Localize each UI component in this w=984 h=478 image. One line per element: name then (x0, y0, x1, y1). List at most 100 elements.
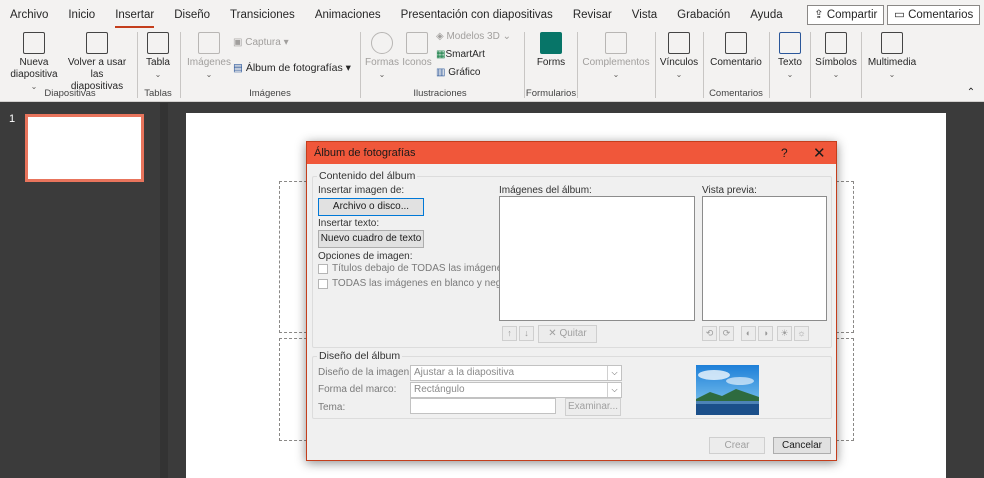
share-button[interactable]: ⇪ Compartir (807, 5, 885, 25)
tab-archivo[interactable]: Archivo (0, 0, 58, 30)
vinculos-button[interactable]: Vínculos ⌄ (658, 32, 700, 81)
captura-button[interactable]: ▣ Captura ▾ (233, 37, 303, 49)
tab-inicio[interactable]: Inicio (58, 0, 105, 30)
volver-a-usar-button[interactable]: Volver a usar las diapositivas (64, 32, 130, 93)
captions-label: Títulos debajo de TODAS las imágenes (332, 263, 508, 274)
comments-button[interactable]: ▭ Comentarios (887, 5, 981, 25)
insert-image-label: Insertar imagen de: (318, 185, 405, 196)
preview-label: Vista previa: (702, 185, 757, 196)
tab-transiciones[interactable]: Transiciones (220, 0, 305, 30)
texto-button[interactable]: Texto ⌄ (773, 32, 807, 81)
dialog-titlebar[interactable]: Álbum de fotografías ? ✕ (307, 142, 836, 164)
file-or-disk-button[interactable]: Archivo o disco... (318, 198, 424, 216)
frame-shape-select[interactable]: Rectángulo ⌵ (410, 382, 622, 398)
table-icon (147, 32, 169, 54)
tab-insertar[interactable]: Insertar (105, 0, 164, 30)
group-separator (360, 32, 361, 98)
cancel-button[interactable]: Cancelar (773, 437, 831, 454)
insert-text-label: Insertar texto: (318, 218, 380, 229)
remove-button[interactable]: ✕ Quitar (538, 325, 597, 343)
black-white-checkbox[interactable] (318, 279, 328, 289)
image-options-label: Opciones de imagen: (318, 251, 413, 262)
image-icon (198, 32, 220, 54)
rotate-left-icon[interactable]: ⟲ (702, 326, 717, 341)
album-fotografias-button[interactable]: ▤ Álbum de fotografías ▾ (233, 62, 358, 74)
contrast-up-icon[interactable]: ◐ (741, 326, 756, 341)
simbolos-button[interactable]: Símbolos ⌄ (814, 32, 858, 81)
modelos-3d-button[interactable]: ◈ Modelos 3D ⌄ (436, 31, 520, 43)
rotate-right-icon[interactable]: ⟳ (719, 326, 734, 341)
chart-icon: ▥ (436, 67, 449, 78)
omega-icon (825, 32, 847, 54)
picture-layout-label: Diseño de la imagen: (318, 367, 412, 378)
brightness-up-icon[interactable]: ☀ (777, 326, 792, 341)
ribbon: Nueva diapositiva ⌄ Volver a usar las di… (0, 30, 984, 102)
grafico-button[interactable]: ▥ Gráfico (436, 67, 496, 79)
cube-icon: ◈ (436, 31, 447, 42)
contrast-down-icon[interactable]: ◑ (758, 326, 773, 341)
group-separator (655, 32, 656, 98)
picture-layout-select[interactable]: Ajustar a la diapositiva ⌵ (410, 365, 622, 381)
tab-diseno[interactable]: Diseño (164, 0, 220, 30)
group-separator (810, 32, 811, 98)
multimedia-button[interactable]: Multimedia ⌄ (864, 32, 920, 81)
shapes-icon (371, 32, 393, 54)
create-button[interactable]: Crear (709, 437, 765, 454)
group-separator (861, 32, 862, 98)
tabla-button[interactable]: Tabla ⌄ (141, 32, 175, 81)
group-label-tablas: Tablas (144, 88, 172, 99)
help-button[interactable]: ? (781, 146, 788, 160)
slide-thumbnail[interactable] (25, 114, 144, 182)
slide-number: 1 (9, 113, 16, 125)
tab-presentacion[interactable]: Presentación con diapositivas (391, 0, 563, 30)
complementos-button[interactable]: Complementos ⌄ (580, 32, 652, 81)
screenshot-icon: ▣ (233, 37, 246, 48)
move-down-icon[interactable]: ↓ (519, 326, 534, 341)
tab-animaciones[interactable]: Animaciones (305, 0, 391, 30)
dialog-title: Álbum de fotografías (314, 147, 416, 159)
speaker-icon (881, 32, 903, 54)
chevron-down-icon: ⌵ (607, 383, 621, 397)
captions-checkbox[interactable] (318, 264, 328, 274)
smartart-button[interactable]: ▦SmartArt (436, 49, 496, 61)
forms-button[interactable]: Forms (528, 32, 574, 69)
group-separator (577, 32, 578, 98)
close-button[interactable]: ✕ (813, 144, 826, 162)
move-up-icon[interactable]: ↑ (502, 326, 517, 341)
tab-vista[interactable]: Vista (622, 0, 667, 30)
group-separator (180, 32, 181, 98)
tab-grabacion[interactable]: Grabación (667, 0, 740, 30)
nueva-diapositiva-button[interactable]: Nueva diapositiva ⌄ (6, 32, 62, 93)
tab-revisar[interactable]: Revisar (563, 0, 622, 30)
new-slide-icon (23, 32, 45, 54)
link-icon (668, 32, 690, 54)
album-images-label: Imágenes del álbum: (499, 185, 592, 196)
frame-shape-label: Forma del marco: (318, 384, 397, 395)
new-text-box-button[interactable]: Nuevo cuadro de texto (318, 230, 424, 248)
tab-ayuda[interactable]: Ayuda (740, 0, 792, 30)
imagenes-button[interactable]: Imágenes ⌄ (186, 32, 232, 81)
album-images-list[interactable] (499, 196, 695, 321)
reuse-slides-icon (86, 32, 108, 54)
x-icon: ✕ (548, 328, 560, 339)
preview-box (702, 196, 827, 321)
theme-input[interactable] (410, 398, 556, 414)
addins-icon (605, 32, 627, 54)
brightness-down-icon[interactable]: ☼ (794, 326, 809, 341)
photo-album-icon: ▤ (233, 62, 246, 74)
pane-divider[interactable] (160, 103, 168, 478)
album-content-title: Contenido del álbum (317, 170, 418, 182)
formas-button[interactable]: Formas ⌄ (364, 32, 400, 81)
collapse-ribbon-icon[interactable]: ⌃ (964, 87, 978, 99)
group-label-formularios: Formularios (525, 88, 577, 99)
group-label-imagenes: Imágenes (249, 88, 291, 99)
forms-icon (540, 32, 562, 54)
browse-button[interactable]: Examinar... (565, 398, 621, 416)
layout-preview-image (696, 365, 759, 415)
comentario-button[interactable]: Comentario (707, 32, 765, 69)
comment-icon: ▭ (894, 9, 909, 21)
iconos-button[interactable]: Iconos (400, 32, 434, 69)
group-separator (137, 32, 138, 98)
photo-album-dialog: Álbum de fotografías ? ✕ Contenido del á… (306, 141, 837, 461)
theme-label: Tema: (318, 402, 346, 413)
